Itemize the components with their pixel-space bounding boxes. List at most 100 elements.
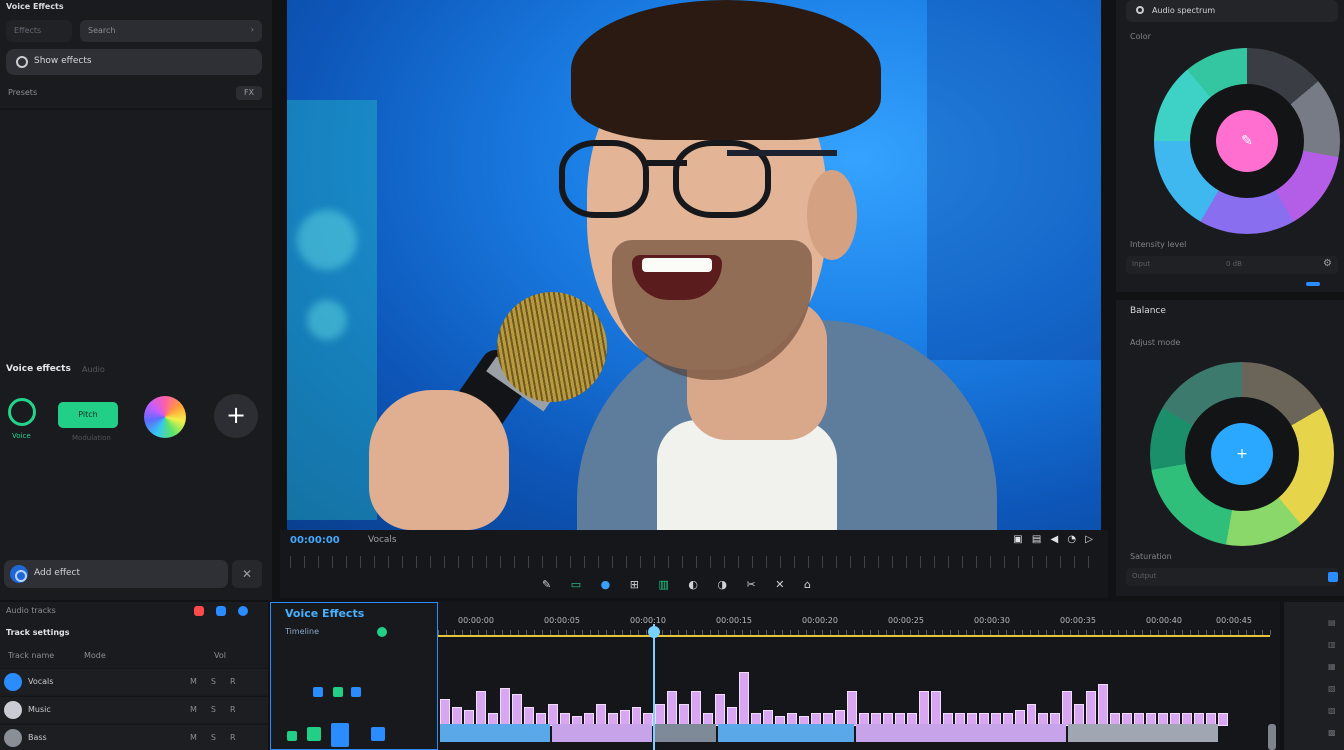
color-label: Color bbox=[1130, 32, 1151, 41]
balance-wheel[interactable]: + bbox=[1150, 362, 1334, 546]
waveform-bar bbox=[679, 704, 690, 726]
search-label: Search bbox=[88, 26, 116, 35]
audio-spectrum-panel: Audio spectrum Color ✎ Intensity level I… bbox=[1116, 0, 1344, 292]
fx-button[interactable]: FX bbox=[236, 86, 262, 100]
right-strip-panel: ▤ ▥ ▦ ▧ ▨ ▩ bbox=[1284, 602, 1344, 750]
clip-block[interactable] bbox=[331, 723, 349, 747]
edit-toolbar[interactable]: ✎ ▭ ● ⊞ ▥ ◐ ◑ ✂ ✕ ⌂ bbox=[542, 578, 819, 591]
timeline-tick: 00:00:15 bbox=[716, 616, 752, 625]
strip-icon[interactable]: ▧ bbox=[1328, 678, 1336, 700]
strip-icon[interactable]: ▩ bbox=[1328, 722, 1336, 744]
audio-spectrum-header[interactable]: Audio spectrum bbox=[1126, 0, 1338, 22]
timeline-tick: 00:00:40 bbox=[1146, 616, 1182, 625]
strip-icon[interactable]: ▨ bbox=[1328, 700, 1336, 722]
output-toggle[interactable] bbox=[1328, 572, 1338, 582]
close-icon[interactable]: ✕ bbox=[232, 560, 262, 588]
timeline-ruler[interactable]: 00:00:00 00:00:05 00:00:10 00:00:15 00:0… bbox=[438, 616, 1274, 630]
record-icon[interactable]: ● bbox=[601, 578, 630, 591]
left-panel: Voice Effects Effects Search › Show effe… bbox=[0, 0, 272, 600]
scrub-ruler[interactable] bbox=[290, 556, 1100, 568]
add-effect-button[interactable]: Add effect bbox=[4, 560, 228, 588]
voice-tool-button[interactable] bbox=[8, 398, 36, 426]
right-strip-icons[interactable]: ▤ ▥ ▦ ▧ ▨ ▩ bbox=[1328, 612, 1336, 744]
track-row[interactable]: Vocals MSR bbox=[0, 668, 268, 694]
add-effect-plus-button[interactable]: + bbox=[214, 394, 258, 438]
waveform-bar bbox=[1026, 704, 1037, 726]
color-wheel[interactable]: ✎ bbox=[1154, 48, 1340, 234]
col-track-name: Track name bbox=[8, 651, 55, 660]
audio-clip[interactable] bbox=[552, 724, 652, 742]
track-row[interactable]: Bass MSR bbox=[0, 724, 268, 750]
waveform-bar bbox=[846, 691, 857, 726]
track-name: Music bbox=[28, 705, 51, 714]
view-icons[interactable]: ▣ ▤ ◀ ◔ ▷ bbox=[1013, 534, 1096, 545]
timeline-tick: 00:00:25 bbox=[888, 616, 924, 625]
input-value: 0 dB bbox=[1226, 260, 1242, 268]
link-icon[interactable] bbox=[377, 627, 387, 637]
output-level-field[interactable]: Output bbox=[1126, 568, 1338, 586]
balance-wheel-center-icon[interactable]: + bbox=[1211, 423, 1273, 485]
audio-clip[interactable] bbox=[718, 724, 854, 742]
timeline-tick: 00:00:05 bbox=[544, 616, 580, 625]
pitch-button[interactable]: Pitch bbox=[58, 402, 118, 428]
intensity-label: Intensity level bbox=[1130, 240, 1187, 249]
clip-marker-icon[interactable] bbox=[287, 731, 297, 741]
mute-button[interactable] bbox=[216, 606, 226, 616]
strip-icon[interactable]: ▦ bbox=[1328, 656, 1336, 678]
track-column-headers: Track name Mode Vol bbox=[4, 648, 264, 666]
track-name: Vocals bbox=[28, 677, 54, 686]
track-icon bbox=[4, 701, 22, 719]
video-preview[interactable] bbox=[287, 0, 1101, 530]
left-panel-title: Voice Effects bbox=[6, 2, 64, 11]
color-wheel-icon[interactable] bbox=[144, 396, 186, 438]
audio-clip[interactable] bbox=[856, 724, 1066, 742]
clip-marker-icon[interactable] bbox=[351, 687, 361, 697]
strip-icon[interactable]: ▥ bbox=[1328, 634, 1336, 656]
clip-icon[interactable]: ▭ bbox=[571, 578, 601, 591]
audio-spectrum-title: Audio spectrum bbox=[1152, 6, 1216, 15]
timeline-panel[interactable]: Voice Effects Timeline 00:00:00 00:00:05… bbox=[270, 602, 1280, 750]
pitch-caption: Modulation bbox=[72, 434, 111, 442]
person-hair bbox=[571, 0, 881, 140]
track-row[interactable]: Music MSR bbox=[0, 696, 268, 722]
timeline-scrollbar[interactable] bbox=[1268, 724, 1276, 750]
clip-marker-icon[interactable] bbox=[333, 687, 343, 697]
strip-icon[interactable]: ▤ bbox=[1328, 612, 1336, 634]
effects-tab[interactable]: Effects bbox=[6, 20, 72, 42]
input-level-field[interactable]: Input 0 dB ⚙ bbox=[1126, 256, 1338, 274]
waveform-bar bbox=[918, 691, 929, 726]
solo-button[interactable] bbox=[238, 606, 248, 616]
balance-wheel-inner: + bbox=[1185, 397, 1299, 511]
grid-icon[interactable]: ⊞ bbox=[630, 578, 659, 591]
col-mode: Mode bbox=[84, 651, 106, 660]
clip-marker-icon[interactable] bbox=[307, 727, 321, 741]
bokeh-light bbox=[297, 210, 357, 270]
track-controls[interactable]: MSR bbox=[190, 677, 250, 686]
col-volume: Vol bbox=[214, 651, 226, 660]
tools-icons[interactable]: ◐ ◑ ✂ ✕ ⌂ bbox=[688, 578, 819, 591]
pen-icon[interactable]: ✎ bbox=[542, 578, 571, 591]
playhead[interactable] bbox=[653, 624, 656, 750]
audio-clip[interactable] bbox=[1068, 724, 1218, 742]
color-wheel-center-icon[interactable]: ✎ bbox=[1216, 110, 1278, 172]
background-shelf-right bbox=[927, 0, 1101, 360]
show-effects-button[interactable]: Show effects bbox=[6, 49, 262, 75]
timeline-subtitle: Timeline bbox=[285, 627, 320, 636]
audio-clip[interactable] bbox=[440, 724, 550, 742]
chevron-right-icon: › bbox=[250, 25, 254, 34]
bokeh-light bbox=[307, 300, 347, 340]
audio-waveform[interactable] bbox=[440, 662, 1230, 726]
glasses-bridge bbox=[647, 160, 687, 166]
clip-marker-icon[interactable] bbox=[371, 727, 385, 741]
track-controls[interactable]: MSR bbox=[190, 705, 250, 714]
settings-icon[interactable]: ⚙ bbox=[1323, 258, 1332, 269]
record-button[interactable] bbox=[194, 606, 204, 616]
waveform-bar bbox=[930, 691, 941, 726]
clip-name: Vocals bbox=[368, 535, 397, 545]
levels-icon[interactable]: ▥ bbox=[658, 578, 688, 591]
audio-clip[interactable] bbox=[654, 724, 716, 742]
search-dropdown[interactable]: Search › bbox=[80, 20, 262, 42]
track-controls[interactable]: MSR bbox=[190, 733, 250, 742]
timeline-tick: 00:00:00 bbox=[458, 616, 494, 625]
clip-marker-icon[interactable] bbox=[313, 687, 323, 697]
